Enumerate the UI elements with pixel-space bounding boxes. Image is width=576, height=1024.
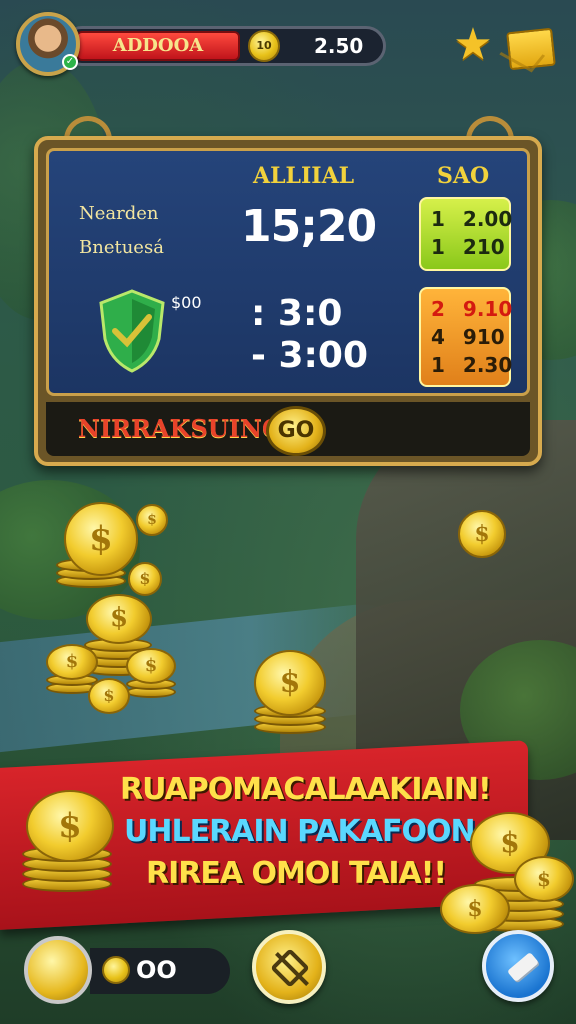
score-row: 4 910 — [431, 323, 509, 351]
shield-check-icon — [99, 289, 165, 373]
eraser-button[interactable] — [482, 930, 554, 1002]
no-ads-button[interactable] — [252, 930, 326, 1004]
eraser-icon — [507, 951, 539, 983]
dollar-coin-icon: $ — [26, 790, 114, 862]
score-value: 2.00 — [462, 207, 513, 231]
score-value: 210 — [462, 235, 505, 259]
top-hud: ✓ ADDOOA 10 2.50 — [14, 12, 386, 78]
main-timer: 15;20 — [241, 201, 377, 252]
health-bar: ADDOOA — [76, 31, 240, 61]
action-strip: NIRRAKSUING GO — [46, 402, 530, 456]
score-row: 1 2.00 — [431, 205, 513, 233]
dollar-coin-icon: $ — [46, 644, 98, 680]
coin-icon — [102, 956, 130, 984]
green-score-box: 1 2.00 1 210 — [419, 197, 513, 271]
banner-line-1: RUAPOMACALAAKIAIN! — [120, 772, 492, 807]
score-rank: 1 — [431, 207, 445, 231]
score-rank: 1 — [431, 235, 445, 259]
timer-3: - 3:00 — [251, 335, 369, 376]
timer-2: : 3:0 — [251, 293, 343, 334]
coin-count: OO — [136, 956, 177, 984]
prize-amount: $00 — [171, 293, 202, 312]
coin-stack-icon — [24, 936, 92, 1004]
score-row: 2 9.10 — [431, 295, 513, 323]
verified-check-icon: ✓ — [62, 54, 78, 70]
go-button[interactable]: GO — [266, 406, 326, 456]
dollar-coin-icon: $ — [88, 678, 130, 714]
score-value: 2.30 — [462, 353, 513, 377]
dollar-coin-icon: $ — [458, 510, 506, 558]
mail-icon[interactable] — [506, 27, 556, 71]
dollar-coin-icon: $ — [126, 648, 176, 684]
balance-value: 2.50 — [314, 34, 364, 58]
score-value: 9.10 — [462, 297, 513, 321]
dollar-coin-icon: $ — [254, 650, 326, 716]
score-value: 910 — [462, 325, 505, 349]
coin-icon: 10 — [248, 30, 280, 62]
player-avatar[interactable]: ✓ — [16, 12, 80, 76]
scoreboard: ALLIIAL SAO Nearden Bnetuesá 15;20 $00 :… — [34, 136, 542, 466]
score-row: 1 2.30 — [431, 351, 513, 379]
score-rank: 1 — [431, 353, 445, 377]
orange-score-box: 2 9.10 4 910 1 2.30 — [419, 287, 513, 387]
score-rank: 2 — [431, 297, 445, 321]
dollar-coin-icon: $ — [136, 504, 168, 536]
dollar-coin-icon: $ — [64, 502, 138, 576]
dollar-coin-icon: $ — [440, 884, 510, 934]
coin-counter[interactable]: OO — [20, 936, 270, 1006]
strip-label: NIRRAKSUING — [78, 414, 283, 443]
dollar-coin-icon: $ — [128, 562, 162, 596]
score-rank: 4 — [431, 325, 445, 349]
dollar-coin-icon: $ — [86, 594, 152, 644]
scoreboard-panel: ALLIIAL SAO Nearden Bnetuesá 15;20 $00 :… — [46, 148, 530, 396]
row-label-2: Bnetuesá — [79, 237, 164, 258]
dollar-coin-icon: $ — [514, 856, 574, 902]
row-label-1: Nearden — [79, 203, 159, 224]
score-row: 1 210 — [431, 233, 509, 261]
header-right: SAO — [437, 163, 490, 189]
star-icon[interactable]: ★ — [452, 23, 494, 67]
header-center: ALLIIAL — [253, 163, 355, 189]
